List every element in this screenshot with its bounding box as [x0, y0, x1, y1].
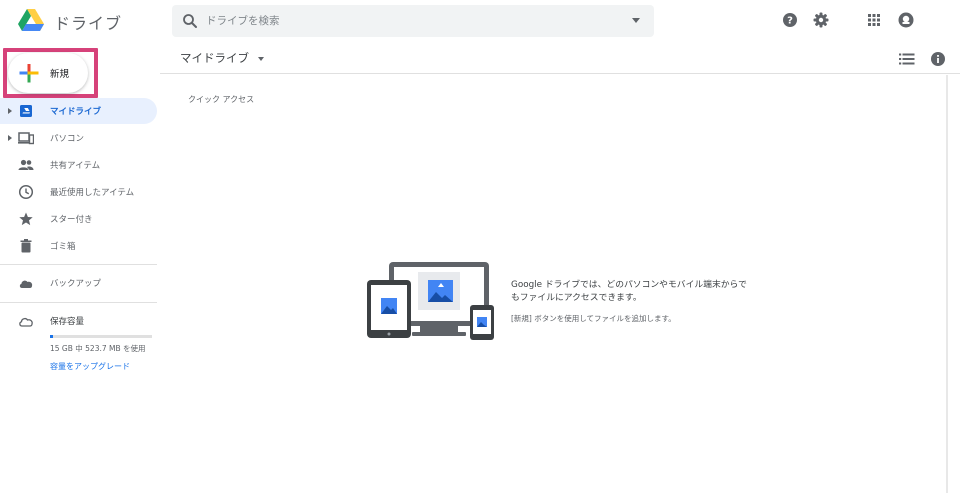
- page-title-dropdown[interactable]: マイドライブ: [180, 50, 249, 66]
- sidebar-item-storage[interactable]: 保存容量: [0, 308, 157, 334]
- sidebar-item-label: スター付き: [50, 215, 93, 225]
- empty-state-title: Google ドライブでは、どのパソコンやモバイル端末からでもファイルにアクセス…: [511, 280, 747, 303]
- sidebar-item-label: 最近使用したアイテム: [50, 188, 135, 198]
- search-options-chevron-down-icon[interactable]: [632, 18, 640, 23]
- main-content: マイドライブ クイック アクセス Google ドライブでは、どのパソコンやモバ…: [160, 42, 960, 493]
- devices-illustration: [367, 262, 494, 340]
- trash-icon: [20, 239, 32, 253]
- scrollbar[interactable]: [946, 75, 948, 493]
- sidebar: 新規 マイドライブ パソコン 共有アイテム 最近使用したアイテム スター付き ゴ…: [0, 42, 160, 493]
- search-icon[interactable]: [182, 13, 198, 29]
- clock-icon: [18, 184, 34, 200]
- shared-people-icon: [18, 159, 34, 170]
- search-input[interactable]: [206, 5, 626, 37]
- sidebar-item-starred[interactable]: スター付き: [0, 206, 157, 232]
- plus-icon: [19, 64, 39, 83]
- divider: [0, 302, 157, 303]
- sidebar-item-label: マイドライブ: [50, 107, 102, 117]
- sidebar-item-trash[interactable]: ゴミ箱: [0, 233, 157, 259]
- sidebar-item-label: ゴミ箱: [50, 242, 76, 252]
- chevron-down-icon[interactable]: [258, 57, 264, 61]
- storage-usage-fill: [50, 335, 54, 338]
- sidebar-item-shared[interactable]: 共有アイテム: [0, 152, 157, 178]
- upgrade-storage-link[interactable]: 容量をアップグレード: [50, 361, 130, 372]
- settings-icon[interactable]: [812, 11, 830, 29]
- sidebar-item-backup[interactable]: バックアップ: [0, 270, 157, 296]
- expand-arrow-icon[interactable]: [8, 135, 12, 141]
- storage-usage-text: 15 GB 中 523.7 MB を使用: [50, 344, 146, 353]
- sidebar-item-computers[interactable]: パソコン: [0, 125, 157, 151]
- new-button[interactable]: 新規: [8, 53, 88, 93]
- quick-access-heading: クイック アクセス: [188, 95, 255, 104]
- list-view-icon[interactable]: [899, 52, 915, 66]
- empty-state-hint: [新規] ボタンを使用してファイルを追加します。: [511, 314, 676, 323]
- sidebar-item-recent[interactable]: 最近使用したアイテム: [0, 179, 157, 205]
- star-icon: [19, 212, 33, 226]
- divider: [0, 264, 157, 265]
- sidebar-item-my-drive[interactable]: マイドライブ: [0, 98, 157, 124]
- app-title: ドライブ: [54, 14, 123, 33]
- main-header: マイドライブ: [160, 42, 960, 74]
- my-drive-icon: [20, 105, 32, 117]
- svg-text:?: ?: [787, 16, 793, 27]
- expand-arrow-icon[interactable]: [8, 108, 12, 114]
- computers-icon: [18, 132, 34, 145]
- sidebar-item-label: 保存容量: [50, 317, 85, 327]
- google-drive-logo-icon[interactable]: [18, 9, 44, 31]
- help-icon[interactable]: ?: [781, 11, 799, 29]
- sidebar-item-label: パソコン: [50, 134, 85, 144]
- storage-usage-bar: [50, 335, 152, 338]
- sidebar-item-label: 共有アイテム: [50, 161, 101, 171]
- apps-grid-icon[interactable]: [865, 11, 883, 29]
- cloud-outline-icon: [19, 317, 33, 327]
- account-icon[interactable]: [897, 11, 915, 29]
- sidebar-item-label: バックアップ: [50, 279, 102, 289]
- search-box[interactable]: [172, 5, 654, 37]
- cloud-icon: [19, 280, 33, 288]
- new-button-label: 新規: [50, 69, 70, 80]
- info-icon[interactable]: [930, 51, 946, 67]
- top-bar: ドライブ ?: [0, 0, 960, 42]
